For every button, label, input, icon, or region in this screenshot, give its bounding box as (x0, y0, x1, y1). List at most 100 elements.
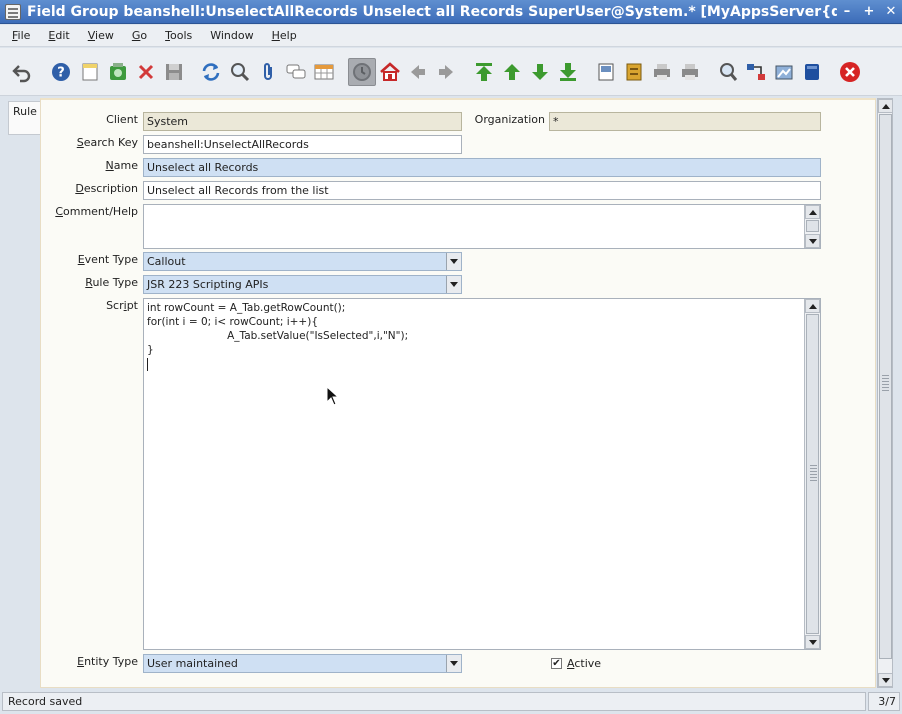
active-checkbox[interactable]: ✔ (551, 658, 562, 669)
menu-edit[interactable]: Edit (42, 29, 75, 42)
comment-scroll-down-icon[interactable] (805, 234, 820, 248)
print-icon[interactable] (678, 60, 702, 84)
event-type-select[interactable]: Callout (143, 252, 462, 271)
client-label: Client (106, 113, 138, 126)
copy-record-icon[interactable] (106, 60, 130, 84)
description-field[interactable]: Unselect all Records from the list (143, 181, 821, 200)
script-label-text: pt (126, 299, 138, 312)
rule-type-value: JSR 223 Scripting APIs (147, 278, 269, 291)
refresh-icon[interactable] (199, 60, 223, 84)
script-scroll-thumb[interactable] (806, 314, 819, 634)
menu-help-mnemonic: H (271, 29, 280, 42)
name-label: Name (41, 159, 138, 172)
menu-window-label: Window (210, 29, 254, 42)
menu-file[interactable]: File (6, 29, 36, 42)
search-key-label: Search Key (41, 136, 138, 149)
comment-scroll-up-icon[interactable] (805, 205, 820, 219)
event-type-value: Callout (147, 255, 186, 268)
window-title: Field Group beanshell:UnselectAllRecords… (27, 3, 837, 20)
menu-view-mnemonic: V (87, 29, 96, 42)
tab-rule[interactable]: Rule (8, 101, 41, 135)
panel-scroll-thumb[interactable] (879, 114, 892, 659)
app-icon (5, 3, 21, 20)
home-icon[interactable] (378, 60, 402, 84)
report-icon[interactable] (594, 60, 618, 84)
panel-scroll-up-icon[interactable] (878, 99, 893, 113)
organization-field[interactable]: * (549, 112, 821, 131)
entity-type-label: Entity Type (41, 655, 138, 668)
comment-help-label: Comment/Help (41, 205, 138, 218)
description-label: Description (41, 182, 138, 195)
menu-tools-label: ools (169, 29, 193, 42)
script-label: Script (41, 299, 138, 312)
entity-type-dropdown-icon[interactable] (446, 655, 461, 672)
new-record-icon[interactable] (78, 60, 102, 84)
script-scroll-down-icon[interactable] (805, 635, 820, 649)
record-counter[interactable]: 3/7 (868, 692, 900, 711)
comment-help-scrollbar[interactable] (804, 205, 820, 248)
comment-scroll-thumb[interactable] (806, 220, 819, 232)
menu-go[interactable]: Go (126, 29, 153, 42)
menu-help-label: elp (279, 29, 297, 42)
back-icon[interactable] (406, 60, 430, 84)
comment-help-textarea[interactable] (143, 204, 821, 249)
product-info-icon[interactable] (772, 60, 796, 84)
print-preview-icon[interactable] (650, 60, 674, 84)
close-window-icon[interactable] (838, 60, 862, 84)
menu-go-label: o (140, 29, 148, 42)
event-type-label-mnemonic: E (77, 253, 85, 266)
name-label-mnemonic: N (105, 159, 114, 172)
rule-type-dropdown-icon[interactable] (446, 276, 461, 293)
previous-record-icon[interactable] (500, 60, 524, 84)
toolbar: ? (0, 48, 902, 96)
attachment-icon[interactable] (256, 60, 280, 84)
window-titlebar[interactable]: Field Group beanshell:UnselectAllRecords… (0, 0, 902, 24)
panel-scroll-grip (882, 375, 889, 393)
undo-icon[interactable] (10, 60, 34, 84)
forward-icon[interactable] (434, 60, 458, 84)
close-button[interactable]: ✕ (882, 3, 900, 20)
menu-view[interactable]: View (82, 29, 120, 42)
script-label-pre: Scr (106, 299, 124, 312)
menu-tools[interactable]: Tools (159, 29, 198, 42)
script-editor[interactable]: int rowCount = A_Tab.getRowCount(); for(… (143, 298, 821, 650)
save-icon[interactable] (162, 60, 186, 84)
zoom-across-icon[interactable] (716, 60, 740, 84)
entity-type-value: User maintained (147, 657, 238, 670)
request-icon[interactable] (800, 60, 824, 84)
comment-help-label-mnemonic: C (55, 205, 63, 218)
menu-help[interactable]: Help (266, 29, 303, 42)
menu-bar: File Edit View Go Tools Window Help (0, 25, 902, 47)
rule-type-select[interactable]: JSR 223 Scripting APIs (143, 275, 462, 294)
event-type-label-text: vent Type (84, 253, 138, 266)
workflow-icon[interactable] (744, 60, 768, 84)
script-line: } (147, 344, 154, 356)
minimize-button[interactable]: – (838, 3, 856, 20)
name-label-text: ame (113, 159, 138, 172)
help-icon[interactable]: ? (49, 60, 73, 84)
next-record-icon[interactable] (528, 60, 552, 84)
archive-icon[interactable] (622, 60, 646, 84)
svg-text:?: ? (57, 66, 65, 81)
last-record-icon[interactable] (556, 60, 580, 84)
search-key-label-text: earch Key (83, 136, 138, 149)
menu-window[interactable]: Window (204, 29, 259, 42)
event-type-dropdown-icon[interactable] (446, 253, 461, 270)
delete-icon[interactable] (134, 60, 158, 84)
script-scrollbar[interactable] (804, 299, 820, 649)
entity-type-select[interactable]: User maintained (143, 654, 462, 673)
maximize-button[interactable]: + (860, 3, 878, 20)
menu-file-label: ile (17, 29, 31, 42)
panel-scroll-down-icon[interactable] (878, 673, 893, 687)
panel-scrollbar[interactable] (877, 98, 893, 688)
script-scroll-up-icon[interactable] (805, 299, 820, 313)
find-icon[interactable] (228, 60, 252, 84)
form-panel: Client System Organization * Search Key … (40, 98, 876, 688)
client-field[interactable]: System (143, 112, 462, 131)
search-key-field[interactable]: beanshell:UnselectAllRecords (143, 135, 462, 154)
grid-toggle-icon[interactable] (312, 60, 336, 84)
chat-icon[interactable] (284, 60, 308, 84)
first-record-icon[interactable] (472, 60, 496, 84)
history-icon[interactable] (348, 58, 376, 86)
name-field[interactable]: Unselect all Records (143, 158, 821, 177)
